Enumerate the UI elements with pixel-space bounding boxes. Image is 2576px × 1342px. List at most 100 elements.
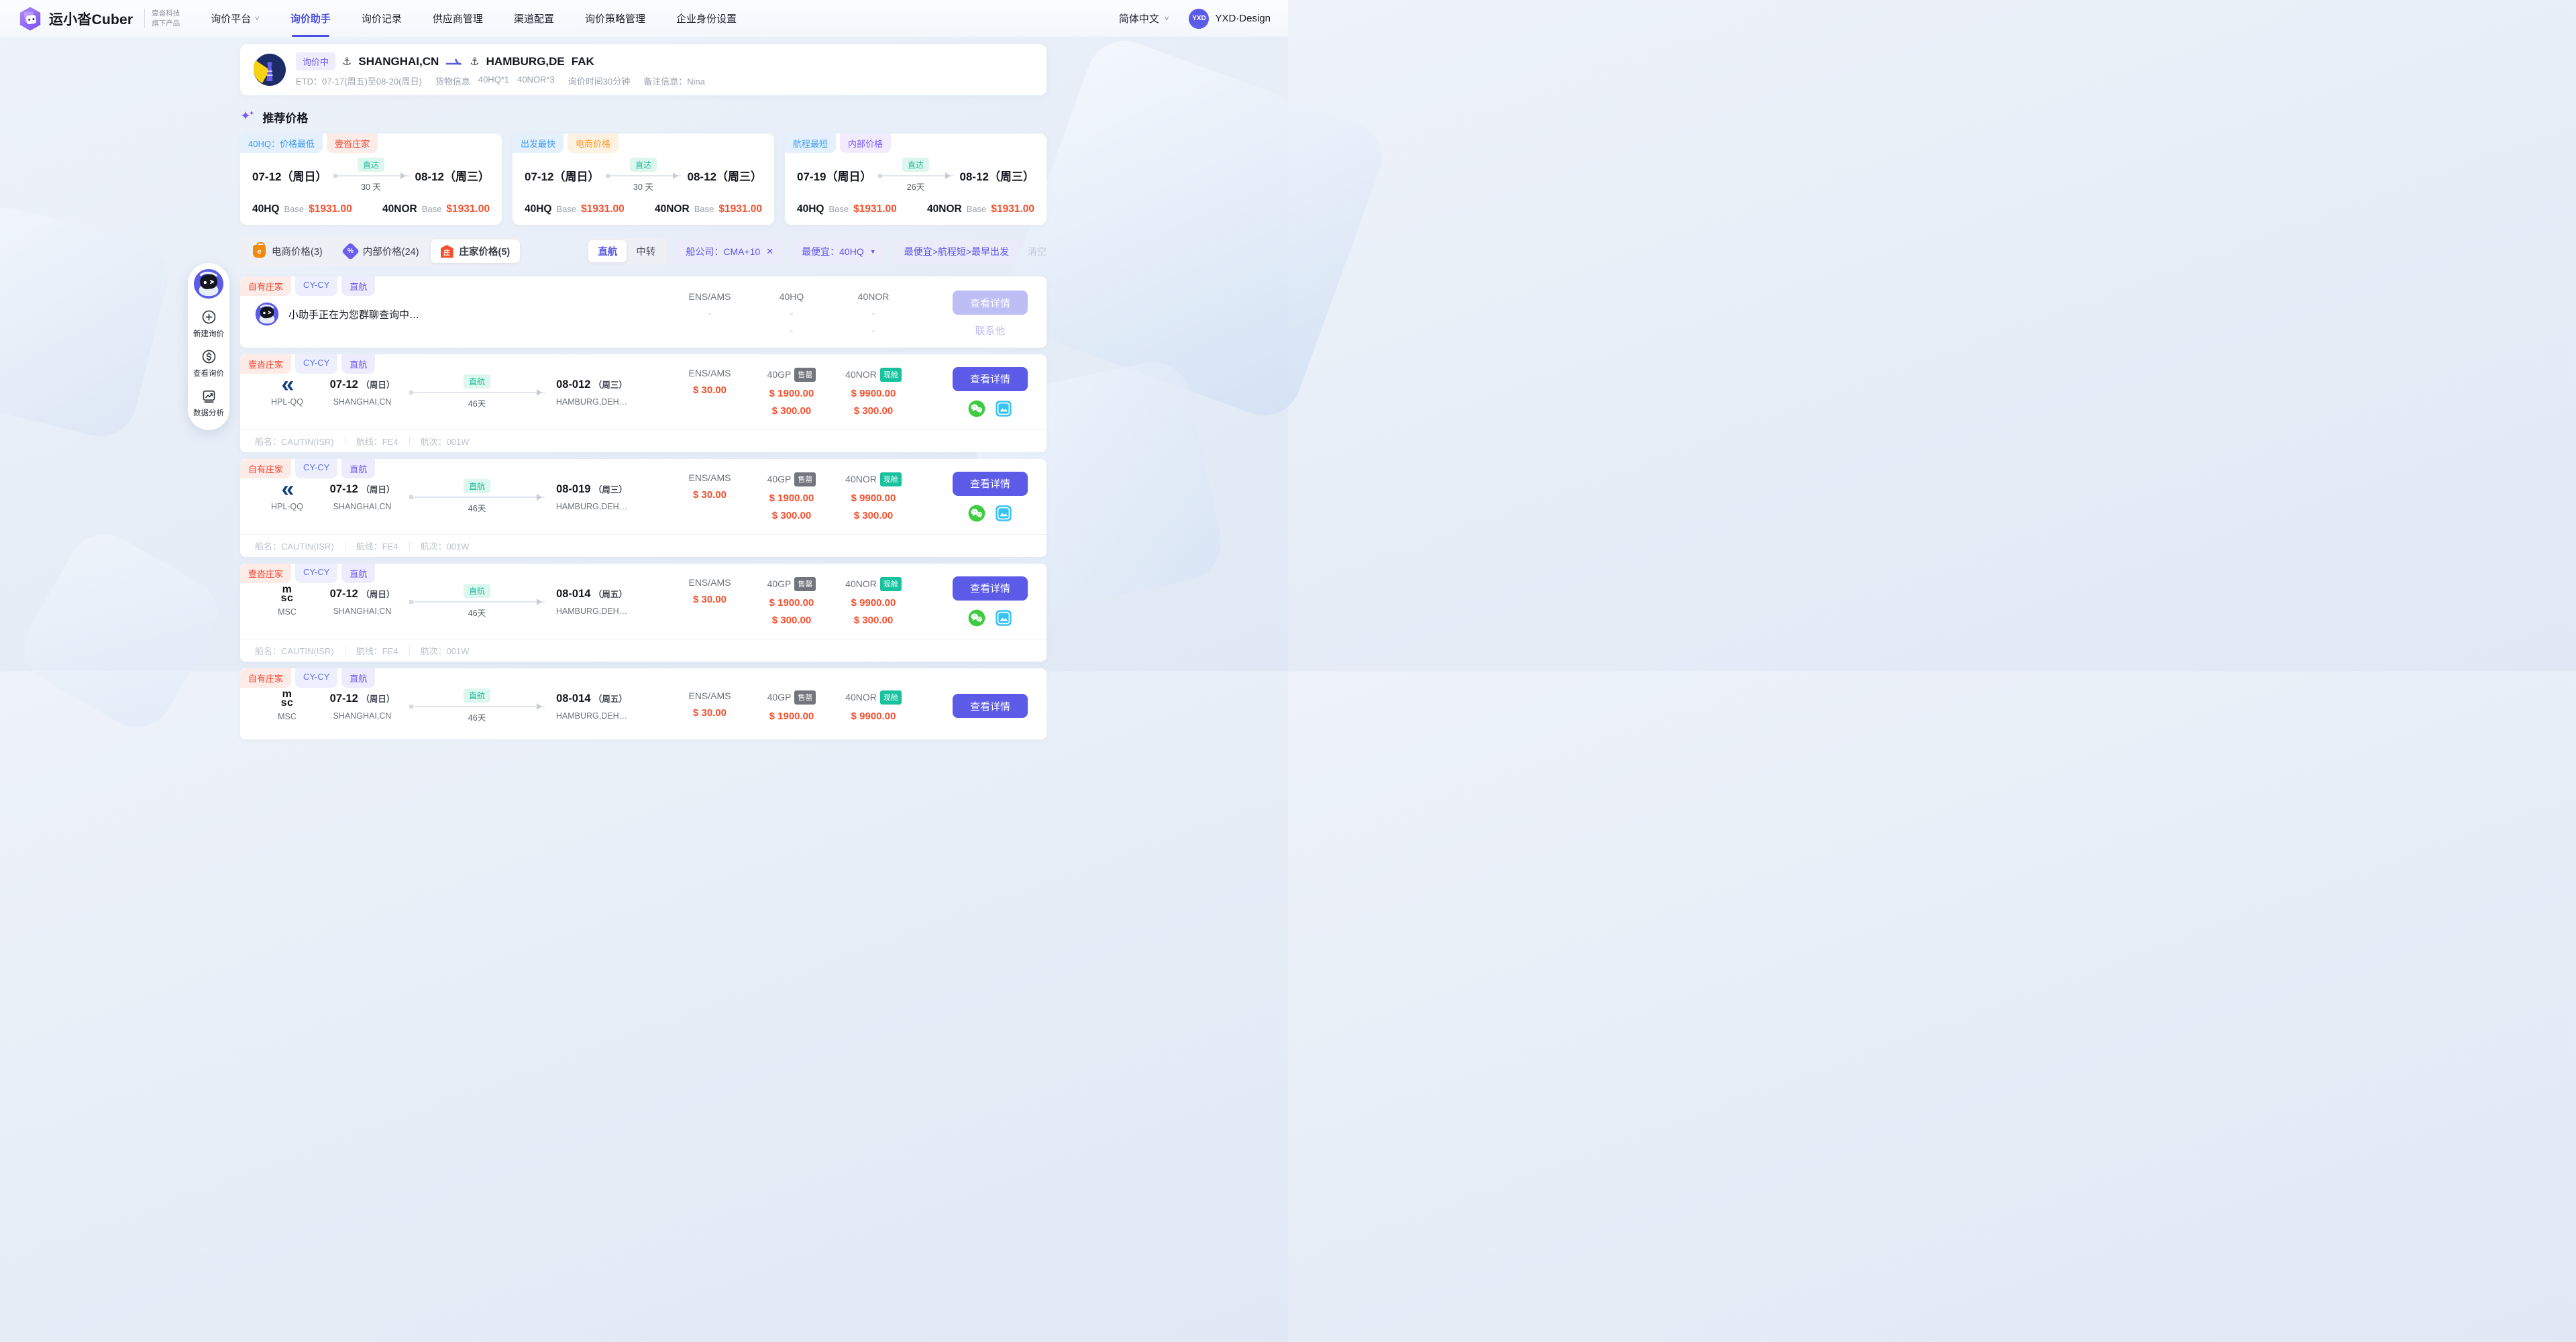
transit-days: 26天	[907, 180, 924, 193]
new-inquiry-button[interactable]: 新建询价	[193, 309, 224, 339]
image-preview-icon[interactable]	[995, 505, 1012, 522]
wechat-icon[interactable]	[968, 400, 985, 417]
result-row: 自有庄家 CY-CY 直航 « HPL-QQ 07-12 （周日） SHANGH…	[240, 459, 1046, 557]
route-arrow-line	[606, 175, 680, 176]
rec-tag-primary: 航程最短	[785, 134, 836, 153]
triangle-down-icon: ▼	[870, 248, 876, 255]
assistant-robot-avatar	[255, 302, 279, 326]
menu-item-enterprise-identity[interactable]: 企业身份设置	[676, 11, 737, 25]
menu-item-inquiry-assistant[interactable]: 询价助手	[290, 11, 331, 25]
direct-badge: 直达	[630, 158, 657, 172]
quick-action-panel: 新建询价 查看询价 数据分析	[188, 263, 229, 430]
cargo-label: 货物信息	[435, 74, 470, 87]
direct-badge: 直达	[358, 158, 384, 172]
dealer-house-icon: 庄	[441, 245, 453, 258]
price-40nor: 40NOR Base $1931.00	[655, 203, 762, 215]
price-col-40nor: 40NOR现舱 $ 9900.00 $ 300.00	[841, 472, 906, 521]
recommend-card-fastest-departure[interactable]: 出发最快 电商价格 07-12（周日） 直达 30 天 08-12（周三） 40…	[513, 134, 774, 225]
status-badge: 询价中	[296, 52, 335, 70]
price-40nor: 40NOR Base $1931.00	[382, 203, 490, 215]
result-row-pending: 自有庄家 CY-CY 直航 小助手正在为您群聊查询中…	[240, 276, 1046, 348]
price-col-ensams: ENS/AMS $ 30.00	[678, 577, 742, 626]
menu-item-inquiry-records[interactable]: 询价记录	[362, 11, 402, 25]
assistant-query-status: 小助手正在为您群聊查询中…	[255, 302, 635, 326]
background-shape	[996, 30, 1392, 426]
wechat-icon[interactable]	[968, 609, 985, 627]
hapag-lloyd-logo: «	[282, 377, 293, 393]
view-detail-button[interactable]: 查看详情	[953, 472, 1028, 496]
sort-rule-pill[interactable]: 最便宜>航程短>最早出发	[895, 240, 1018, 264]
image-preview-icon[interactable]	[995, 400, 1012, 417]
soldout-badge: 售罄	[794, 690, 816, 705]
arrive-date: 08-12（周三）	[960, 167, 1034, 184]
tab-ecommerce-price[interactable]: e 电商价格(3)	[243, 240, 333, 263]
close-icon[interactable]: ✕	[766, 246, 773, 257]
user-name: YXD·Design	[1215, 13, 1271, 24]
tab-internal-price[interactable]: % 内部价格(24)	[334, 240, 429, 263]
tag-percent-icon: %	[341, 242, 360, 260]
row-tag-cycy: CY-CY	[295, 276, 337, 296]
price-col-40gp: 40GP售罄 $ 1900.00 $ 300.00	[759, 472, 824, 521]
menu-item-inquiry-platform[interactable]: 询价平台 ∨	[211, 11, 260, 25]
arrival: 08-019 （周三） HAMBURG,DEH…	[549, 482, 635, 511]
brand-subtitle: 壹沓科技 旗下产品	[144, 9, 180, 28]
inquiry-meta: ETD：07-17(周五)至08-20(周日) 货物信息 40HQ*1 40NO…	[296, 74, 705, 87]
price-col-ensams: ENS/AMS $ 30.00	[678, 690, 742, 722]
cargo-item: 40HQ*1	[478, 74, 509, 87]
route-arrow-line	[409, 497, 545, 498]
dollar-circle-icon	[201, 349, 217, 364]
view-inquiry-button[interactable]: 查看询价	[193, 349, 224, 378]
recommend-card-lowest-price[interactable]: 40HQ：价格最低 壹沓庄家 07-12（周日） 直达 30 天 08-12（周…	[240, 134, 502, 225]
brand[interactable]: 运小沓Cuber 壹沓科技 旗下产品	[17, 6, 180, 32]
carrier: « HPL-QQ	[255, 482, 319, 512]
mode-transfer[interactable]: 中转	[627, 240, 665, 262]
cheapest-filter-pill[interactable]: 最便宜：40HQ ▼	[792, 240, 885, 264]
departure: 07-12 （周日） SHANGHAI,CN	[319, 692, 405, 721]
menu-item-channel-config[interactable]: 渠道配置	[514, 11, 554, 25]
route-line: 询价中 ⚓ SHANGHAI,CN ⚓ HAMBURG,DE FAK	[296, 52, 705, 70]
transit-days: 30 天	[361, 180, 381, 193]
row-tag-direct: 直航	[341, 276, 375, 296]
user-menu[interactable]: YXD YXD·Design	[1189, 9, 1271, 29]
view-detail-button[interactable]: 查看详情	[953, 576, 1028, 601]
language-selector[interactable]: 简体中文 ∨	[1119, 11, 1169, 25]
image-preview-icon[interactable]	[995, 609, 1012, 627]
soldout-badge: 售罄	[794, 577, 816, 591]
mode-direct[interactable]: 直航	[588, 240, 627, 262]
anchor-icon: ⚓	[342, 55, 352, 68]
arrival: 08-014 （周五） HAMBURG,DEH…	[549, 587, 635, 616]
price-col-40gp: 40GP售罄 $ 1900.00 $ 300.00	[759, 368, 824, 417]
depart-date: 07-12（周日）	[525, 167, 599, 184]
departure: 07-12 （周日） SHANGHAI,CN	[319, 378, 405, 407]
soldout-badge: 售罄	[794, 472, 816, 486]
contact-link[interactable]: 联系他	[975, 323, 1005, 338]
result-list: 自有庄家 CY-CY 直航 小助手正在为您群聊查询中…	[240, 276, 1046, 739]
price-col-40nor: 40NOR - -	[841, 291, 906, 337]
recommend-cards: 40HQ：价格最低 壹沓庄家 07-12（周日） 直达 30 天 08-12（周…	[240, 134, 1046, 225]
clear-filters-button[interactable]: 清空	[1028, 245, 1046, 258]
data-analysis-button[interactable]: 数据分析	[193, 389, 224, 418]
user-avatar: YXD	[1189, 9, 1209, 29]
nav-right: 简体中文 ∨ YXD YXD·Design	[1119, 9, 1271, 29]
route-arrow-icon	[445, 58, 463, 66]
menu-item-strategy-management[interactable]: 询价策略管理	[585, 11, 645, 25]
recommend-card-shortest-voyage[interactable]: 航程最短 内部价格 07-19（周日） 直达 26天 08-12（周三） 40H…	[785, 134, 1046, 225]
route-arrow-line	[409, 392, 545, 393]
row-tag-dealer: 壹沓庄家	[240, 354, 291, 374]
chevron-down-icon: ∨	[1164, 15, 1170, 22]
top-nav: 运小沓Cuber 壹沓科技 旗下产品 询价平台 ∨ 询价助手 询价记录 供应商管…	[0, 0, 1288, 37]
tab-dealer-price[interactable]: 庄 庄家价格(5)	[431, 240, 521, 263]
view-detail-button[interactable]: 查看详情	[953, 694, 1028, 718]
pending-message: 小助手正在为您群聊查询中…	[288, 307, 419, 321]
view-detail-button[interactable]: 查看详情	[953, 367, 1028, 391]
carrier-filter-pill[interactable]: 船公司：CMA+10 ✕	[676, 240, 783, 264]
chart-icon	[201, 389, 217, 404]
menu-item-supplier-management[interactable]: 供应商管理	[433, 11, 483, 25]
soldout-badge: 售罄	[794, 368, 816, 382]
view-detail-button[interactable]: 查看详情	[953, 291, 1028, 315]
row-tag-cycy: CY-CY	[295, 564, 337, 583]
price-40hq: 40HQ Base $1931.00	[525, 203, 625, 215]
rec-tag-secondary: 内部价格	[840, 134, 891, 153]
destination-port: HAMBURG,DE	[486, 55, 565, 68]
wechat-icon[interactable]	[968, 505, 985, 522]
